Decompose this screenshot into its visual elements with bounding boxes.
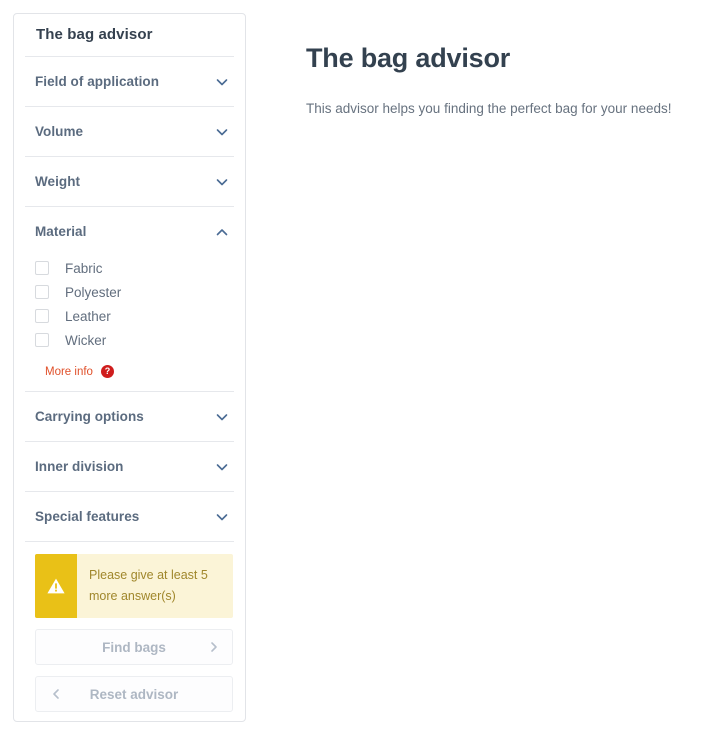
- page-title: The bag advisor: [306, 43, 511, 73]
- chevron-down-icon[interactable]: [214, 459, 230, 475]
- find-bags-label: Find bags: [102, 639, 166, 655]
- chevron-down-icon[interactable]: [214, 509, 230, 525]
- reset-advisor-label: Reset advisor: [89, 686, 179, 702]
- checkbox[interactable]: [35, 285, 49, 299]
- section-material[interactable]: Material: [25, 207, 234, 256]
- more-info-link[interactable]: More info ?: [35, 352, 230, 391]
- section-weight[interactable]: Weight: [25, 157, 234, 206]
- section-field-of-application[interactable]: Field of application: [25, 57, 234, 106]
- option-label: Wicker: [65, 332, 107, 348]
- option-polyester[interactable]: Polyester: [35, 280, 230, 304]
- checkbox[interactable]: [35, 333, 49, 347]
- checkbox[interactable]: [35, 261, 49, 275]
- warning-triangle-icon: [35, 554, 77, 618]
- more-info-label: More info: [45, 365, 93, 378]
- panel-title: The bag advisor: [36, 26, 153, 43]
- divider: [25, 541, 234, 542]
- option-leather[interactable]: Leather: [35, 304, 230, 328]
- chevron-down-icon[interactable]: [214, 74, 230, 90]
- section-label: Field of application: [35, 74, 160, 89]
- option-wicker[interactable]: Wicker: [35, 328, 230, 352]
- section-special-features[interactable]: Special features: [25, 492, 234, 541]
- section-volume[interactable]: Volume: [25, 107, 234, 156]
- advisor-panel: The bag advisor Field of application Vol…: [13, 13, 246, 722]
- question-mark-icon[interactable]: ?: [100, 365, 114, 378]
- chevron-up-icon[interactable]: [214, 224, 230, 240]
- chevron-right-icon: [208, 640, 220, 654]
- chevron-down-icon[interactable]: [214, 124, 230, 140]
- advisor-page: The bag advisor Field of application Vol…: [0, 0, 721, 729]
- checkbox[interactable]: [35, 309, 49, 323]
- warning-banner: Please give at least 5 more answer(s): [35, 554, 233, 618]
- page-subtitle: This advisor helps you finding the perfe…: [306, 101, 672, 116]
- chevron-down-icon[interactable]: [214, 174, 230, 190]
- option-label: Leather: [65, 308, 111, 324]
- find-bags-button[interactable]: Find bags: [35, 629, 233, 665]
- section-label: Inner division: [35, 459, 124, 474]
- section-label: Material: [35, 224, 87, 239]
- section-label: Special features: [35, 509, 140, 524]
- section-inner-division[interactable]: Inner division: [25, 442, 234, 491]
- chevron-down-icon[interactable]: [214, 409, 230, 425]
- option-fabric[interactable]: Fabric: [35, 256, 230, 280]
- section-label: Weight: [35, 174, 81, 189]
- main-content: The bag advisor This advisor helps you f…: [306, 0, 721, 116]
- chevron-left-icon: [50, 687, 62, 701]
- section-label: Volume: [35, 124, 84, 139]
- option-label: Polyester: [65, 284, 122, 300]
- section-label: Carrying options: [35, 409, 144, 424]
- warning-text: Please give at least 5 more answer(s): [89, 568, 208, 603]
- section-carrying-options[interactable]: Carrying options: [25, 392, 234, 441]
- reset-advisor-button[interactable]: Reset advisor: [35, 676, 233, 712]
- option-label: Fabric: [65, 260, 103, 276]
- material-options-list: Fabric Polyester Leather Wicker More inf…: [25, 256, 234, 391]
